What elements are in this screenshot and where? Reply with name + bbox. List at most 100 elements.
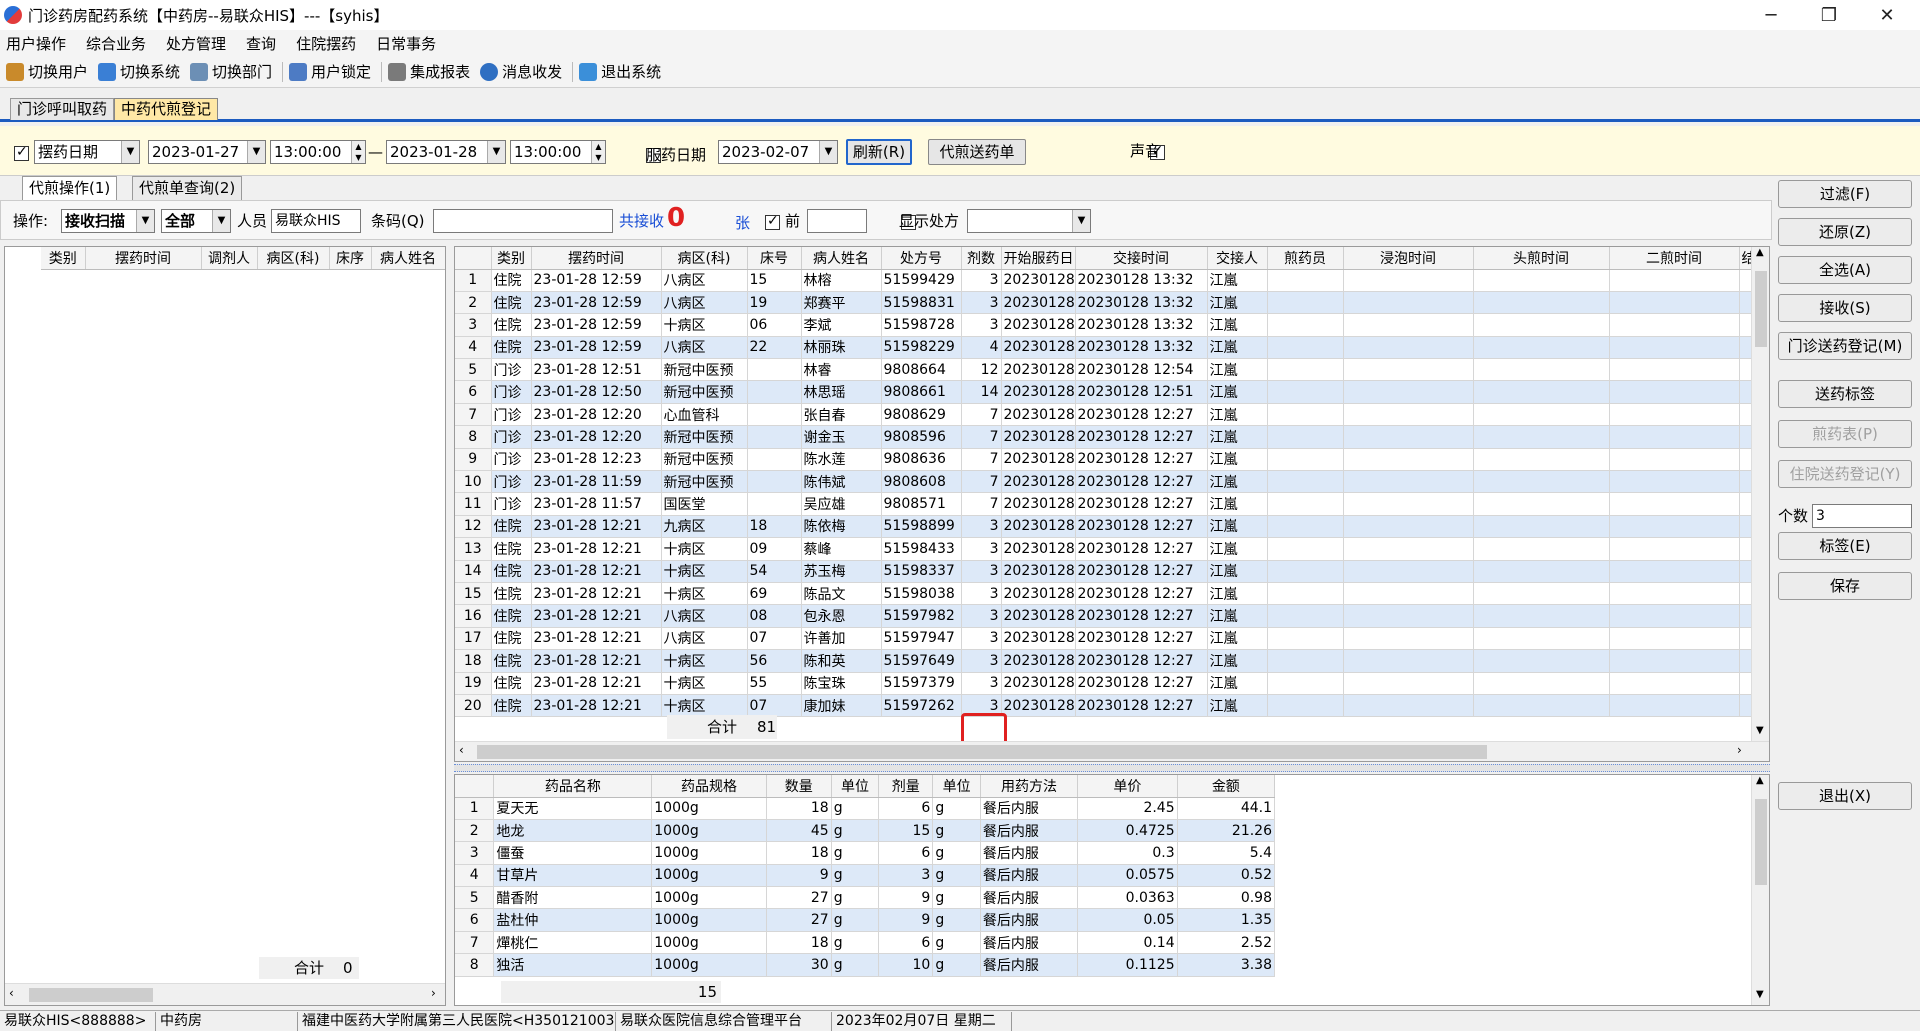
table-row[interactable]: 4 住院 23-01-28 12:59 八病区 22 林丽珠 51598229 4 202301… <box>455 336 1756 360</box>
outpatient-delivery-register-button[interactable]: 门诊送药登记(M) <box>1778 332 1912 360</box>
operation-select[interactable]: 接收扫描 ▼ <box>61 209 155 233</box>
table-row[interactable]: 12 住院 23-01-28 12:21 九病区 18 陈依梅 51598899 3 20230… <box>455 515 1756 539</box>
col-header[interactable]: 煎药员 <box>1267 247 1344 270</box>
col-header[interactable]: 单价 <box>1077 775 1178 798</box>
col-header[interactable]: 病人姓名 <box>801 247 882 270</box>
menu-daily[interactable]: 日常事务 <box>376 33 436 54</box>
table-row[interactable]: 8 独活 1000g 30 g 10 g 餐后内服 0.1125 3.38 <box>455 953 1276 977</box>
before-checkbox[interactable] <box>765 213 780 230</box>
take-date-picker[interactable]: 2023-02-07 ▼ <box>718 140 838 164</box>
table-row[interactable]: 6 门诊 23-01-28 12:50 新冠中医预 林思瑶 9808661 14 202301… <box>455 380 1756 404</box>
col-header[interactable]: 浸泡时间 <box>1343 247 1474 270</box>
switch-user-button[interactable]: 切换用户 <box>6 61 88 82</box>
col-header[interactable]: 床号 <box>747 247 802 270</box>
col-header[interactable]: 单位 <box>831 775 880 798</box>
table-row[interactable]: 4 甘草片 1000g 9 g 3 g 餐后内服 0.0575 0.52 <box>455 864 1276 888</box>
col-header[interactable]: 剂量 <box>878 775 934 798</box>
main-vertical-scrollbar[interactable]: ▲ ▼ <box>1751 247 1769 741</box>
table-row[interactable]: 15 住院 23-01-28 12:21 十病区 69 陈品文 51598038 3 20230… <box>455 582 1756 606</box>
table-row[interactable]: 13 住院 23-01-28 12:21 十病区 09 蔡峰 51598433 3 202301… <box>455 537 1756 561</box>
table-row[interactable]: 14 住院 23-01-28 12:21 十病区 54 苏玉梅 51598337 3 20230… <box>455 560 1756 583</box>
integrated-report-button[interactable]: 集成报表 <box>388 61 470 82</box>
table-row[interactable]: 10 门诊 23-01-28 11:59 新冠中医预 陈伟斌 9808608 7 202301… <box>455 470 1756 494</box>
tab-decoction-query[interactable]: 代煎单查询(2) <box>132 176 243 200</box>
message-button[interactable]: 消息收发 <box>480 61 562 82</box>
scroll-down-icon[interactable]: ▼ <box>1756 725 1764 736</box>
exit-system-button[interactable]: 退出系统 <box>579 61 661 82</box>
table-row[interactable]: 16 住院 23-01-28 12:21 八病区 08 包永恩 51597982 3 20230… <box>455 604 1756 628</box>
barcode-input[interactable] <box>433 209 613 233</box>
switch-department-button[interactable]: 切换部门 <box>190 61 272 82</box>
row-number-header[interactable] <box>455 775 495 798</box>
col-header[interactable]: 二煎时间 <box>1609 247 1740 270</box>
col-header[interactable]: 药品规格 <box>651 775 767 798</box>
table-row[interactable]: 2 住院 23-01-28 12:59 八病区 19 郑赛平 51598831 3 202301… <box>455 291 1756 315</box>
select-all-button[interactable]: 全选(A) <box>1778 256 1912 284</box>
col-header[interactable]: 交接时间 <box>1075 247 1208 270</box>
table-row[interactable]: 5 醋香附 1000g 27 g 9 g 餐后内服 0.0363 0.98 <box>455 886 1276 910</box>
before-input[interactable] <box>807 209 867 233</box>
send-list-button[interactable]: 代煎送药单 <box>928 139 1026 165</box>
col-header[interactable]: 类别 <box>491 247 532 270</box>
start-date-picker[interactable]: 2023-01-27 ▼ <box>148 140 266 164</box>
switch-system-button[interactable]: 切换系统 <box>98 61 180 82</box>
save-button[interactable]: 保存 <box>1778 572 1912 600</box>
count-input[interactable]: 3 <box>1812 504 1912 528</box>
filter-button[interactable]: 过滤(F) <box>1778 180 1912 208</box>
col-header[interactable]: 药品名称 <box>493 775 653 798</box>
scroll-up-icon[interactable]: ▲ <box>1756 247 1764 258</box>
col-header[interactable]: 摆药时间 <box>531 247 662 270</box>
tab-decoction-operation[interactable]: 代煎操作(1) <box>22 176 118 200</box>
end-date-picker[interactable]: 2023-01-28 ▼ <box>386 140 506 164</box>
spinner-icon[interactable]: ▲ ▼ <box>351 141 365 163</box>
col-header[interactable]: 调剂人 <box>201 247 258 270</box>
col-header[interactable]: 开始服药日 <box>1001 247 1076 270</box>
col-header[interactable]: 病区(科) <box>257 247 330 270</box>
table-row[interactable]: 3 僵蚕 1000g 18 g 6 g 餐后内服 0.3 5.4 <box>455 841 1276 865</box>
col-header[interactable]: 床序 <box>329 247 372 270</box>
scroll-left-icon[interactable]: ‹ <box>9 986 14 1000</box>
col-header[interactable]: 金额 <box>1177 775 1276 798</box>
col-header[interactable]: 摆药时间 <box>85 247 202 270</box>
receive-button[interactable]: 接收(S) <box>1778 294 1912 322</box>
scroll-right-icon[interactable]: › <box>1737 743 1742 757</box>
drug-detail-grid[interactable]: 药品名称 药品规格 数量 单位 剂量 单位 用药方法 单价 金额 1 夏天无 1000g 18 g 6 g 餐… <box>454 774 1770 1006</box>
drug-vertical-scrollbar[interactable]: ▲ ▼ <box>1751 775 1769 1005</box>
scroll-up-icon[interactable]: ▲ <box>1756 775 1764 786</box>
grid-splitter[interactable] <box>454 764 1770 772</box>
table-row[interactable]: 19 住院 23-01-28 12:21 十病区 55 陈宝珠 51597379 3 20230… <box>455 672 1756 695</box>
menu-inpatient[interactable]: 住院摆药 <box>296 33 356 54</box>
restore-filter-button[interactable]: 还原(Z) <box>1778 218 1912 246</box>
menu-business[interactable]: 综合业务 <box>86 33 146 54</box>
main-decoction-grid[interactable]: 类别 摆药时间 病区(科) 床号 病人姓名 处方号 剂数 开始服药日 交接时间 交接人 煎药员 浸泡时… <box>454 246 1770 762</box>
col-header[interactable]: 数量 <box>766 775 832 798</box>
user-lock-button[interactable]: 用户锁定 <box>289 61 371 82</box>
menu-prescription[interactable]: 处方管理 <box>166 33 226 54</box>
table-row[interactable]: 20 住院 23-01-28 12:21 十病区 07 康加妹 51597262 3 20230… <box>455 694 1756 718</box>
table-row[interactable]: 6 盐杜仲 1000g 27 g 9 g 餐后内服 0.05 1.35 <box>455 908 1276 932</box>
scroll-right-icon[interactable]: › <box>431 986 436 1000</box>
delivery-label-button[interactable]: 送药标签 <box>1778 380 1912 408</box>
row-number-header[interactable] <box>455 247 492 270</box>
scroll-left-icon[interactable]: ‹ <box>459 743 464 757</box>
spinner-icon[interactable]: ▲ ▼ <box>591 141 605 163</box>
col-header[interactable]: 剂数 <box>961 247 1002 270</box>
menu-query[interactable]: 查询 <box>246 33 276 54</box>
scrollbar-thumb[interactable] <box>1755 271 1767 347</box>
table-row[interactable]: 5 门诊 23-01-28 12:51 新冠中医预 林睿 9808664 12 2023012… <box>455 358 1756 382</box>
start-time-input[interactable]: 13:00:00 ▲ ▼ <box>270 140 366 164</box>
scroll-down-icon[interactable]: ▼ <box>1756 989 1764 1000</box>
inpatient-delivery-register-button[interactable]: 住院送药登记(Y) <box>1778 460 1912 488</box>
col-header[interactable]: 交接人 <box>1207 247 1268 270</box>
end-time-input[interactable]: 13:00:00 ▲ ▼ <box>510 140 606 164</box>
scrollbar-thumb[interactable] <box>477 745 1487 759</box>
tab-outpatient-call[interactable]: 门诊呼叫取药 <box>10 98 115 120</box>
col-header[interactable]: 单位 <box>932 775 981 798</box>
restore-button[interactable]: ❐ <box>1800 0 1858 30</box>
main-horizontal-scrollbar[interactable]: ‹ › <box>455 741 1769 761</box>
table-row[interactable]: 9 门诊 23-01-28 12:23 新冠中医预 陈水莲 9808636 7 2023012… <box>455 448 1756 472</box>
col-header[interactable]: 头煎时间 <box>1473 247 1610 270</box>
table-row[interactable]: 7 门诊 23-01-28 12:20 心血管科 张自春 9808629 7 20230128… <box>455 403 1756 427</box>
left-horizontal-scrollbar[interactable]: ‹ › <box>5 983 445 1005</box>
date-filter-checkbox[interactable] <box>14 144 29 161</box>
